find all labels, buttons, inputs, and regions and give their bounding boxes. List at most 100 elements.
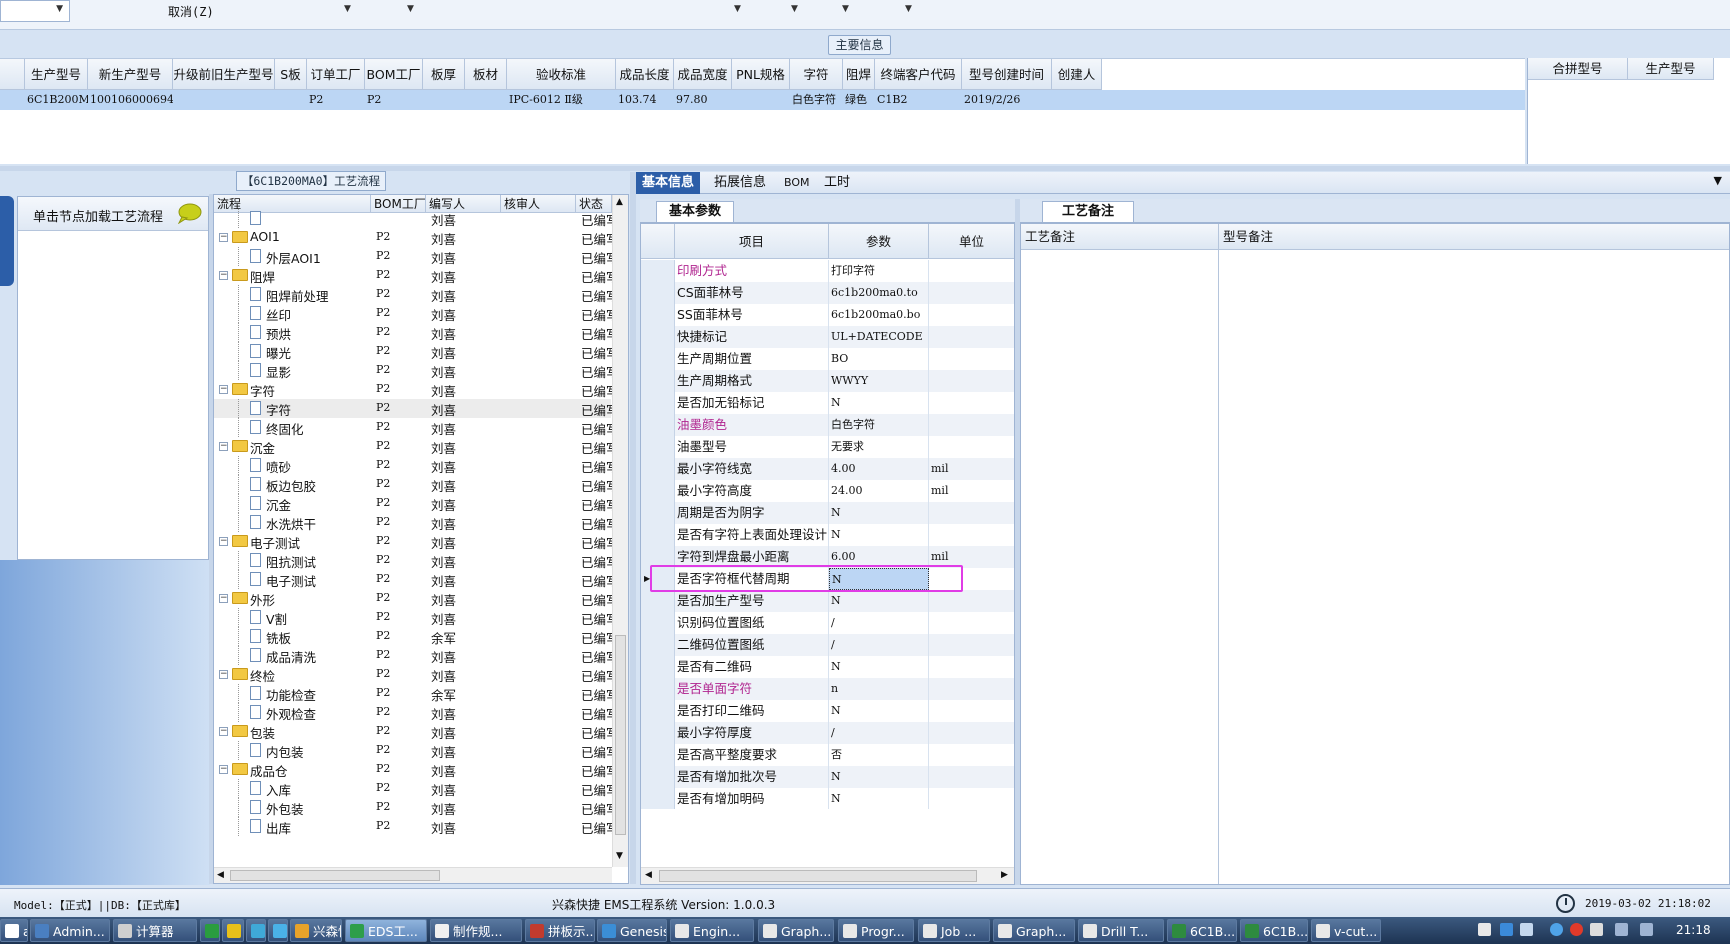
main-cell[interactable] xyxy=(467,90,507,110)
main-cell[interactable]: 绿色 xyxy=(845,90,875,110)
params-header-value[interactable]: 参数 xyxy=(829,224,929,259)
row-selector[interactable] xyxy=(641,546,675,568)
param-value[interactable]: N xyxy=(829,656,929,678)
collapse-icon[interactable]: − xyxy=(219,385,228,394)
collapse-icon[interactable]: − xyxy=(219,442,228,451)
param-value[interactable]: 6.00 xyxy=(829,546,929,568)
network-icon[interactable] xyxy=(1500,923,1513,936)
param-value[interactable]: / xyxy=(829,612,929,634)
main-cell[interactable]: P2 xyxy=(309,90,365,110)
process-row[interactable]: − 成品仓 P2 刘喜 已编写 xyxy=(214,760,619,779)
chevron-down-icon[interactable]: ▼ xyxy=(344,4,351,14)
row-selector[interactable] xyxy=(641,348,675,370)
row-selector[interactable] xyxy=(641,590,675,612)
param-row[interactable]: 是否有增加批次号 N xyxy=(641,766,1014,788)
main-cell[interactable]: IPC-6012 Ⅱ级 xyxy=(509,90,616,110)
param-value[interactable]: 白色字符 xyxy=(829,414,929,436)
scroll-thumb[interactable] xyxy=(659,870,977,882)
row-selector[interactable] xyxy=(641,744,675,766)
param-row[interactable]: 是否打印二维码 N xyxy=(641,700,1014,722)
merge-header-merge-model[interactable]: 合拼型号 xyxy=(1528,58,1628,80)
row-selector[interactable]: ▶ xyxy=(641,568,675,590)
param-row[interactable]: 字符到焊盘最小距离 6.00 mil xyxy=(641,546,1014,568)
row-selector[interactable] xyxy=(641,260,675,282)
main-header-col[interactable]: 阻焊 xyxy=(843,59,875,90)
main-header-col[interactable]: 创建人 xyxy=(1052,59,1102,90)
param-value[interactable]: 4.00 xyxy=(829,458,929,480)
speaker-icon[interactable] xyxy=(1520,923,1533,936)
process-row[interactable]: 功能检查 P2 余军 已编写 xyxy=(214,684,619,703)
taskbar-item[interactable] xyxy=(268,919,288,942)
param-row[interactable]: 周期是否为阴字 N xyxy=(641,502,1014,524)
main-header-col[interactable]: 生产型号 xyxy=(25,59,88,90)
row-selector[interactable] xyxy=(641,502,675,524)
process-vertical-scrollbar[interactable]: ▲ ▼ xyxy=(612,195,628,867)
process-row[interactable]: 终固化 P2 刘喜 已编写 xyxy=(214,418,619,437)
row-selector[interactable] xyxy=(641,766,675,788)
taskbar-item[interactable]: Progr... xyxy=(838,919,914,942)
collapse-icon[interactable]: − xyxy=(219,670,228,679)
process-row[interactable]: 预烘 P2 刘喜 已编写 xyxy=(214,323,619,342)
process-row[interactable]: 字符 P2 刘喜 已编写 xyxy=(214,399,619,418)
param-value[interactable]: 24.00 xyxy=(829,480,929,502)
process-row[interactable]: V割 P2 刘喜 已编写 xyxy=(214,608,619,627)
param-row[interactable]: SS面菲林号 6c1b200ma0.bo xyxy=(641,304,1014,326)
chevron-down-icon[interactable]: ▼ xyxy=(842,4,849,14)
param-value[interactable]: / xyxy=(829,634,929,656)
main-cell[interactable]: 103.74 xyxy=(618,90,674,110)
param-row[interactable]: 生产周期格式 WWYY xyxy=(641,370,1014,392)
param-row[interactable]: 最小字符高度 24.00 mil xyxy=(641,480,1014,502)
param-row[interactable]: 油墨型号 无要求 xyxy=(641,436,1014,458)
process-row[interactable]: 内包装 P2 刘喜 已编写 xyxy=(214,741,619,760)
param-value[interactable]: n xyxy=(829,678,929,700)
tray-app-icon[interactable] xyxy=(1570,923,1583,936)
main-cell[interactable]: P2 xyxy=(367,90,423,110)
main-cell[interactable]: 白色字符 xyxy=(792,90,843,110)
process-row[interactable]: − AOI1 P2 刘喜 已编写 xyxy=(214,228,619,247)
param-value[interactable]: N xyxy=(829,700,929,722)
main-header-col[interactable]: 验收标准 xyxy=(507,59,616,90)
process-row[interactable]: − 沉金 P2 刘喜 已编写 xyxy=(214,437,619,456)
main-header-col[interactable]: 字符 xyxy=(790,59,843,90)
main-header-col[interactable]: 终端客户代码 xyxy=(875,59,962,90)
main-cell[interactable] xyxy=(734,90,790,110)
row-selector[interactable] xyxy=(641,282,675,304)
main-cell[interactable]: 97.80 xyxy=(676,90,732,110)
main-header-col[interactable]: S板 xyxy=(275,59,307,90)
param-value[interactable]: UL+DATECODE xyxy=(829,326,929,348)
param-row[interactable]: 是否有增加明码 N xyxy=(641,788,1014,810)
main-cell[interactable]: 10010600069458 xyxy=(90,90,173,110)
param-row[interactable]: 是否有二维码 N xyxy=(641,656,1014,678)
main-header-col[interactable]: 型号创建时间 xyxy=(962,59,1052,90)
process-row[interactable]: 丝印 P2 刘喜 已编写 xyxy=(214,304,619,323)
taskbar-item[interactable]: 计算器 xyxy=(113,919,197,942)
param-value[interactable]: 6c1b200ma0.to xyxy=(829,282,929,304)
param-value[interactable]: N xyxy=(829,590,929,612)
taskbar-item[interactable]: 兴森快... xyxy=(290,919,342,942)
process-row[interactable]: 外包装 P2 刘喜 已编写 xyxy=(214,798,619,817)
process-row[interactable]: 阻焊前处理 P2 刘喜 已编写 xyxy=(214,285,619,304)
row-selector[interactable] xyxy=(641,722,675,744)
param-row[interactable]: 是否加无铅标记 N xyxy=(641,392,1014,414)
param-row[interactable]: 最小字符线宽 4.00 mil xyxy=(641,458,1014,480)
process-row[interactable]: 电子测试 P2 刘喜 已编写 xyxy=(214,570,619,589)
taskbar-item[interactable]: Graph... xyxy=(993,919,1075,942)
param-value[interactable]: N xyxy=(829,788,929,810)
notes-header-model[interactable]: 型号备注 xyxy=(1219,224,1729,250)
collapse-icon[interactable]: − xyxy=(219,727,228,736)
main-header-col[interactable]: 成品长度 xyxy=(616,59,674,90)
chevron-down-icon[interactable]: ▼ xyxy=(407,4,414,14)
process-row[interactable]: 入库 P2 刘喜 已编写 xyxy=(214,779,619,798)
row-selector[interactable] xyxy=(641,700,675,722)
chevron-down-icon[interactable]: ▼ xyxy=(1714,174,1722,187)
toolbar-combo[interactable]: ▼ xyxy=(0,0,70,22)
param-value[interactable]: WWYY xyxy=(829,370,929,392)
process-row[interactable]: 曝光 P2 刘喜 已编写 xyxy=(214,342,619,361)
param-row[interactable]: 最小字符厚度 / xyxy=(641,722,1014,744)
param-value[interactable]: 否 xyxy=(829,744,929,766)
param-row[interactable]: 印刷方式 打印字符 xyxy=(641,260,1014,282)
main-header-col[interactable]: 板材 xyxy=(465,59,507,90)
process-row[interactable]: 水洗烘干 P2 刘喜 已编写 xyxy=(214,513,619,532)
param-row[interactable]: ▶ 是否字符框代替周期 N xyxy=(641,568,1014,590)
main-header-col[interactable]: 板厚 xyxy=(423,59,465,90)
